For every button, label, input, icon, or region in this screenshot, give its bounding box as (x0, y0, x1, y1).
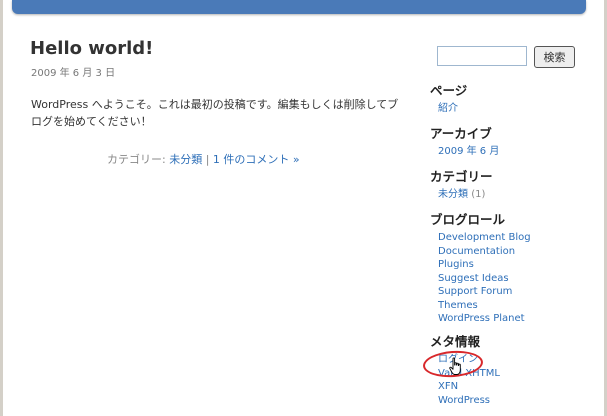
comments-link[interactable]: 1 件のコメント » (213, 153, 300, 166)
meta-link-wordpress[interactable]: WordPress (438, 394, 500, 408)
meta-link-xfn[interactable]: XFN (438, 380, 500, 394)
blogroll-link-documentation[interactable]: Documentation (438, 245, 531, 259)
blogroll-link-themes[interactable]: Themes (438, 299, 531, 313)
meta-prefix: カテゴリー: (107, 153, 170, 166)
blogroll-link-plugins[interactable]: Plugins (438, 258, 531, 272)
widget-title-blogroll: ブログロール (430, 212, 506, 227)
search-button[interactable]: 検索 (534, 46, 575, 68)
post-date: 2009 年 6 月 3 日 (31, 68, 116, 79)
header-bar (12, 0, 586, 14)
widget-title-meta: メタ情報 (430, 334, 481, 349)
category-item: 未分類 (1) (438, 188, 493, 202)
hand-pointer-icon (449, 357, 461, 375)
archive-link-2009-06[interactable]: 2009 年 6 月 (438, 145, 499, 159)
widget-archives: アーカイブ 2009 年 6 月 (430, 125, 499, 159)
post-title[interactable]: Hello world! (30, 38, 153, 59)
post-body: WordPress へようこそ。これは最初の投稿です。編集もしくは削除してブログ… (31, 98, 399, 128)
blogroll-link-support-forum[interactable]: Support Forum (438, 285, 531, 299)
widget-title-archives: アーカイブ (430, 126, 492, 141)
blogroll-link-development-blog[interactable]: Development Blog (438, 231, 531, 245)
category-count: (1) (471, 189, 486, 200)
page-link-about[interactable]: 紹介 (438, 102, 467, 116)
meta-separator: | (202, 153, 213, 166)
search-input[interactable] (437, 46, 527, 66)
post-meta: カテゴリー: 未分類 | 1 件のコメント » (107, 151, 300, 167)
widget-title-categories: カテゴリー (430, 169, 493, 184)
widget-categories: カテゴリー 未分類 (1) (430, 168, 493, 202)
widget-pages: ページ 紹介 (430, 82, 467, 116)
widget-blogroll: ブログロール Development Blog Documentation Pl… (430, 211, 531, 326)
blogroll-link-wordpress-planet[interactable]: WordPress Planet (438, 312, 531, 326)
blogroll-link-suggest-ideas[interactable]: Suggest Ideas (438, 272, 531, 286)
category-link-uncategorized[interactable]: 未分類 (438, 189, 468, 200)
widget-title-pages: ページ (430, 83, 468, 98)
category-link[interactable]: 未分類 (169, 153, 202, 166)
